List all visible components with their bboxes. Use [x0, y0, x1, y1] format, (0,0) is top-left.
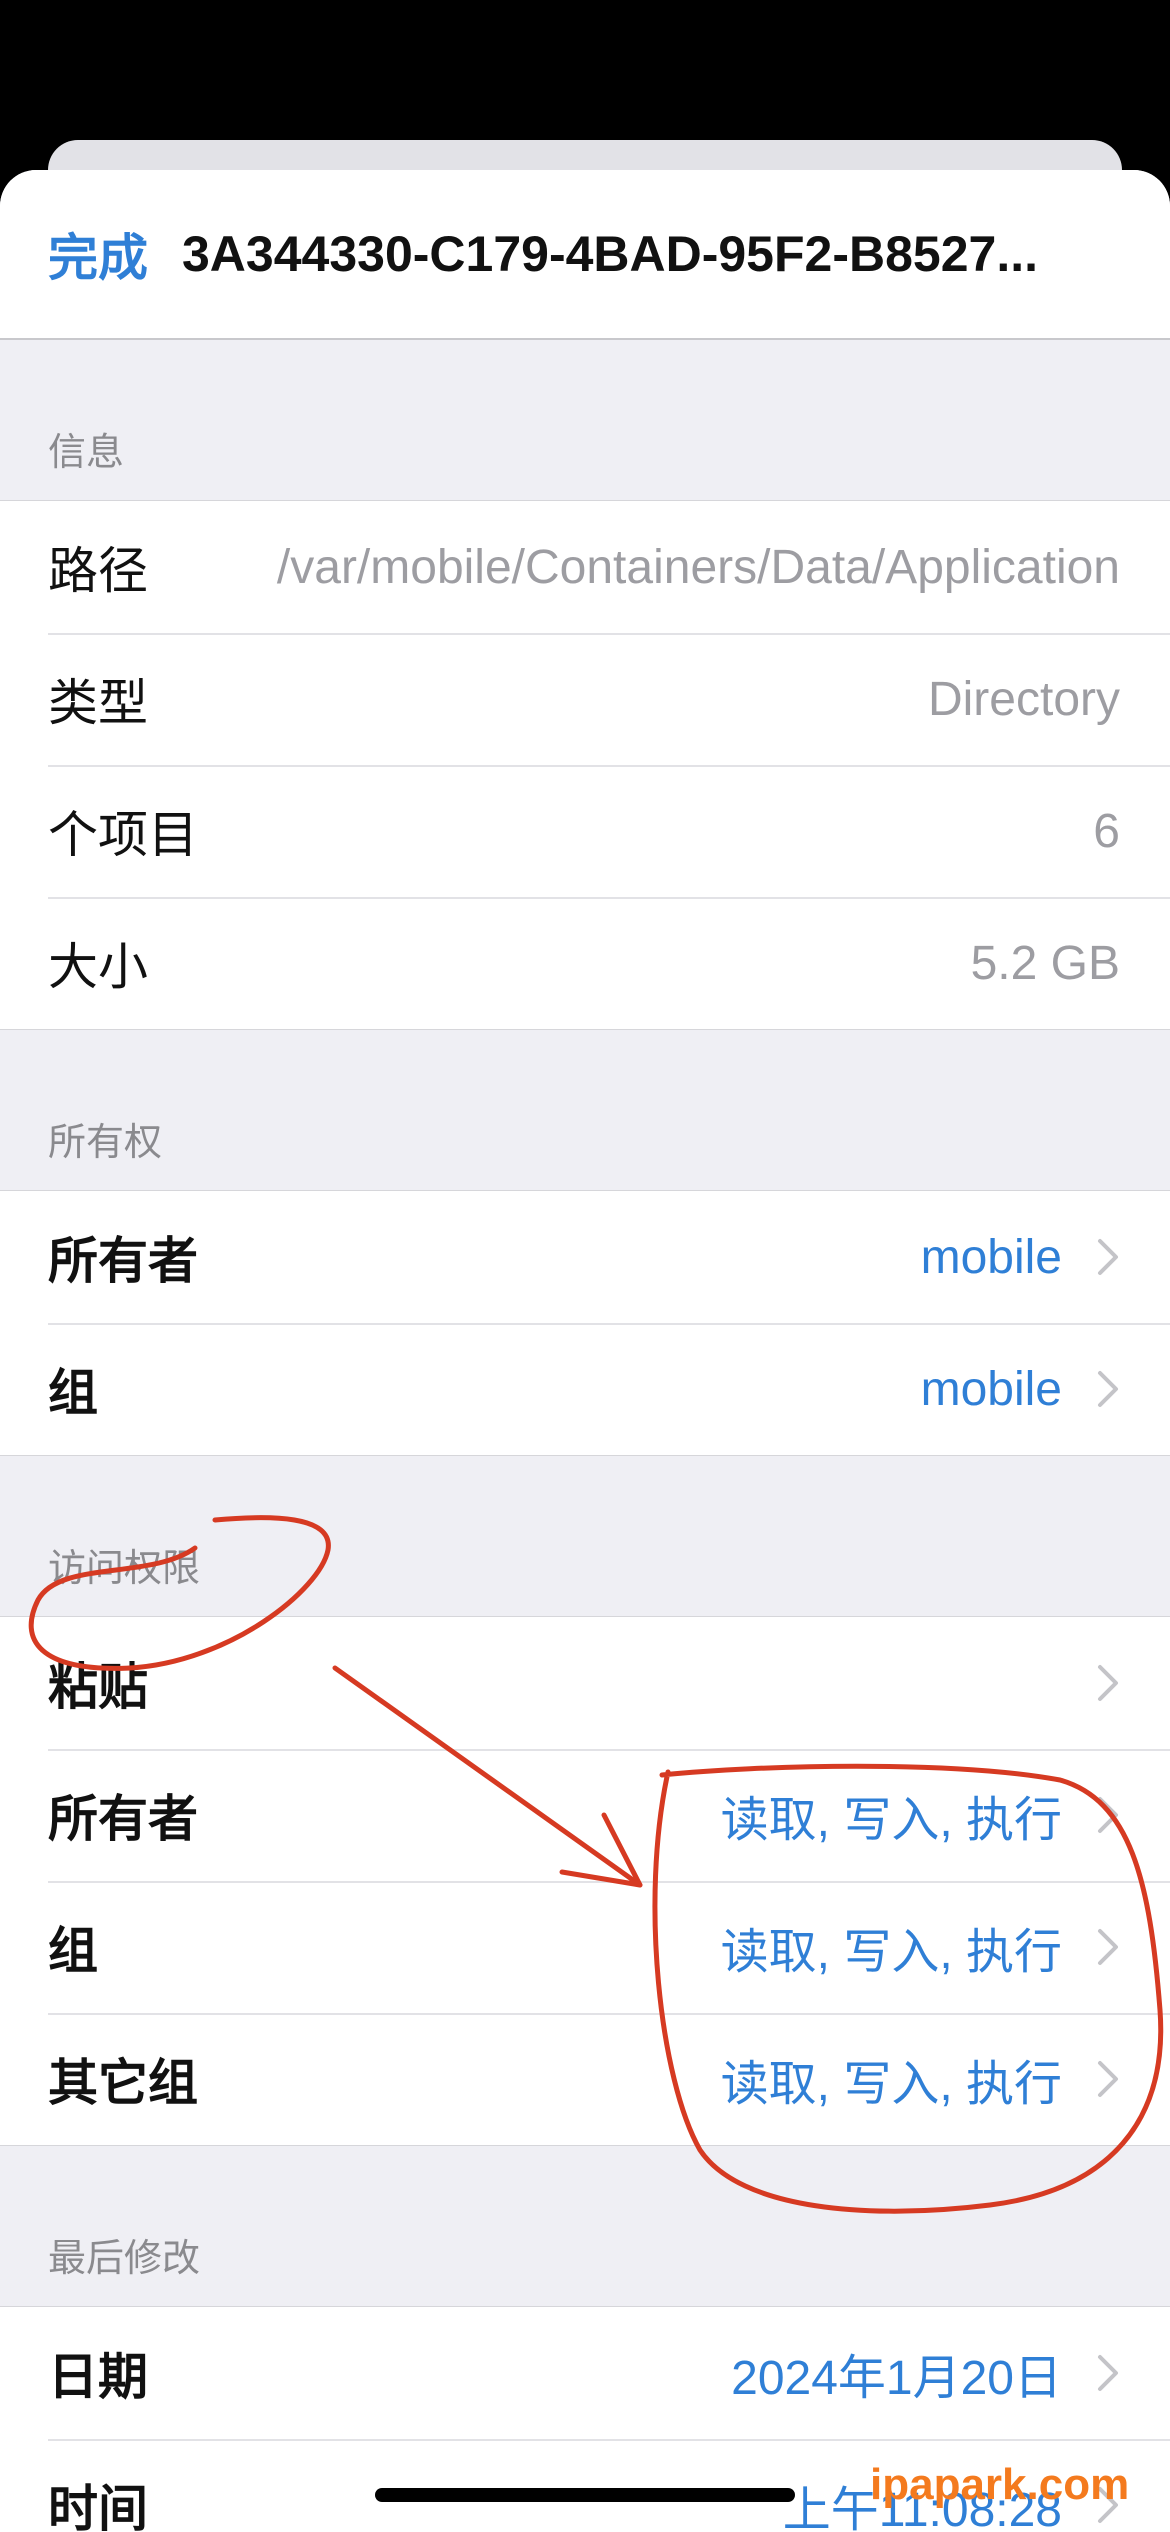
section-header-info: 信息 — [48, 432, 125, 474]
ownership-group: 所有者 mobile 组 mobile — [0, 1190, 1170, 1456]
row-label: 日期 — [48, 2349, 148, 2405]
owner-permission-value: 读取, 写入, 执行 — [720, 1794, 1062, 1847]
chevron-right-icon — [1098, 2061, 1118, 2097]
owner-value: mobile — [920, 1230, 1062, 1284]
chevron-right-icon — [1098, 1929, 1118, 1965]
watermark: ipapark.com — [870, 2460, 1130, 2509]
row-size: 大小 5.2 GB — [0, 897, 1170, 1029]
row-path: 路径 /var/mobile/Containers/Data/Applicati… — [0, 501, 1170, 633]
done-button[interactable]: 完成 — [48, 218, 148, 290]
row-label: 组 — [48, 1923, 98, 1979]
date-value: 2024年1月20日 — [731, 2352, 1062, 2405]
row-label: 类型 — [48, 675, 148, 731]
info-group: 路径 /var/mobile/Containers/Data/Applicati… — [0, 500, 1170, 1030]
others-permission-value: 读取, 写入, 执行 — [720, 2058, 1062, 2111]
section-header-ownership: 所有权 — [48, 1122, 163, 1164]
nav-bar: 完成 3A344330-C179-4BAD-95F2-B8527... — [0, 170, 1170, 340]
chevron-right-icon — [1098, 1239, 1118, 1275]
row-owner[interactable]: 所有者 mobile — [0, 1191, 1170, 1323]
row-type: 类型 Directory — [0, 633, 1170, 765]
group-value: mobile — [920, 1362, 1062, 1416]
item-count-value: 6 — [1093, 804, 1120, 858]
group-permission-value: 读取, 写入, 执行 — [720, 1926, 1062, 1979]
row-label: 其它组 — [48, 2055, 198, 2111]
row-label: 时间 — [48, 2481, 148, 2532]
row-label: 粘贴 — [48, 1659, 148, 1715]
chevron-right-icon — [1098, 1797, 1118, 1833]
nav-title: 3A344330-C179-4BAD-95F2-B8527... — [182, 226, 1039, 282]
section-header-modified: 最后修改 — [48, 2238, 201, 2280]
size-value: 5.2 GB — [970, 936, 1120, 990]
row-item-count: 个项目 6 — [0, 765, 1170, 897]
row-label: 大小 — [48, 939, 148, 995]
row-group-permission[interactable]: 组 读取, 写入, 执行 — [0, 1881, 1170, 2013]
chevron-right-icon — [1098, 1371, 1118, 1407]
row-date[interactable]: 日期 2024年1月20日 — [0, 2307, 1170, 2439]
row-group[interactable]: 组 mobile — [0, 1323, 1170, 1455]
row-others-permission[interactable]: 其它组 读取, 写入, 执行 — [0, 2013, 1170, 2145]
type-value: Directory — [927, 672, 1120, 726]
row-owner-permission[interactable]: 所有者 读取, 写入, 执行 — [0, 1749, 1170, 1881]
path-value: /var/mobile/Containers/Data/Application — [276, 540, 1120, 594]
row-label: 路径 — [48, 543, 148, 599]
row-label: 所有者 — [48, 1233, 198, 1289]
section-header-permissions: 访问权限 — [48, 1548, 201, 1590]
info-sheet: 完成 3A344330-C179-4BAD-95F2-B8527... 信息 路… — [0, 170, 1170, 2532]
chevron-right-icon — [1098, 2355, 1118, 2391]
row-label: 所有者 — [48, 1791, 198, 1847]
row-label: 组 — [48, 1365, 98, 1421]
row-sticky[interactable]: 粘贴 — [0, 1617, 1170, 1749]
home-indicator — [375, 2488, 795, 2502]
chevron-right-icon — [1098, 1665, 1118, 1701]
row-label: 个项目 — [48, 807, 198, 863]
permissions-group: 粘贴 所有者 读取, 写入, 执行 组 读取, 写入, 执行 其它组 读取, 写… — [0, 1616, 1170, 2146]
